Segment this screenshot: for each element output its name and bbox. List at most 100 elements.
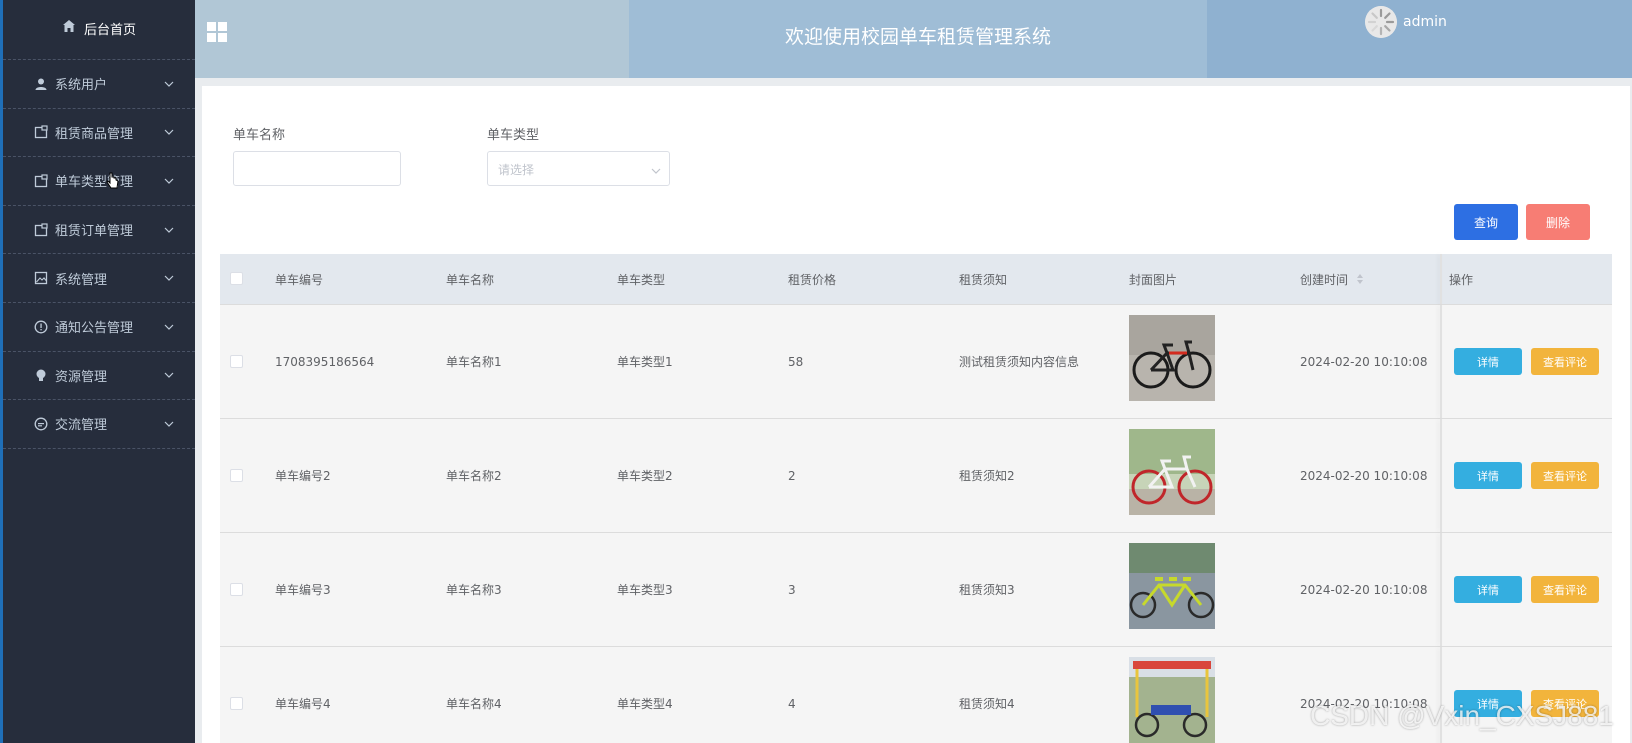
sidebar-item-rental-goods[interactable]: 租赁商品管理 [3, 109, 195, 158]
home-icon [62, 19, 76, 37]
sidebar-item-system-management[interactable]: 系统管理 [3, 254, 195, 303]
cell-code: 单车编号2 [275, 469, 331, 483]
sidebar-item-label: 资源管理 [55, 369, 108, 385]
header-notice: 租赁须知 [959, 272, 1008, 287]
sidebar-item-label: 系统用户 [55, 78, 108, 94]
cell-created: 2024-02-20 10:10:08 [1300, 582, 1428, 597]
table-row: 1708395186564 单车名称1 单车类型1 58 测试租赁须知内容信息 … [220, 304, 1612, 418]
header-created-label: 创建时间 [1300, 272, 1349, 287]
table-row: 单车编号3 单车名称3 单车类型3 3 租赁须知3 2024-02-20 10:… [220, 532, 1612, 646]
cover-image[interactable] [1129, 543, 1215, 629]
header-actions: 操作 [1449, 272, 1474, 287]
sidebar-item-label: 系统管理 [55, 272, 108, 288]
bike-type-select[interactable]: 请选择 [487, 151, 670, 186]
select-all-checkbox[interactable] [230, 272, 243, 285]
hand-cursor-icon [106, 172, 120, 196]
query-button[interactable]: 查询 [1454, 204, 1518, 240]
user-menu[interactable]: admin [1365, 6, 1447, 38]
sidebar-home[interactable]: 后台首页 [3, 0, 195, 56]
sidebar-item-label: 交流管理 [55, 418, 108, 434]
cell-created: 2024-02-20 10:10:08 [1300, 468, 1428, 483]
cell-created: 2024-02-20 10:10:08 [1300, 354, 1428, 369]
sidebar-item-bike-types[interactable]: 单车类型管理 [3, 157, 195, 206]
sidebar-item-system-users[interactable]: 系统用户 [3, 60, 195, 109]
header-center: 欢迎使用校园单车租赁管理系统 [629, 0, 1207, 78]
menu-toggle-icon[interactable] [207, 22, 227, 42]
chevron-down-icon [163, 224, 175, 236]
sort-icon[interactable] [1356, 273, 1364, 288]
sidebar-item-label: 单车类型管理 [55, 175, 134, 191]
header-left [195, 0, 629, 78]
chat-icon [33, 416, 49, 432]
cover-image[interactable] [1129, 315, 1215, 401]
cover-image[interactable] [1129, 429, 1215, 515]
sidebar-item-resource-management[interactable]: 资源管理 [3, 352, 195, 401]
chevron-down-icon [163, 126, 175, 138]
sidebar-home-label: 后台首页 [83, 22, 136, 38]
username: admin [1403, 14, 1447, 30]
header-created[interactable]: 创建时间 [1300, 271, 1364, 288]
cell-code: 单车编号4 [275, 697, 331, 711]
cell-price: 3 [788, 582, 796, 597]
table-row: 单车编号2 单车名称2 单车类型2 2 租赁须知2 2024-02-20 10:… [220, 418, 1612, 532]
bike-type-placeholder: 请选择 [498, 163, 535, 177]
doc-icon [33, 173, 49, 189]
cell-notice: 测试租赁须知内容信息 [959, 355, 1080, 369]
column-divider [1440, 305, 1442, 418]
bike-name-input[interactable] [233, 151, 401, 186]
detail-button[interactable]: 详情 [1454, 576, 1522, 603]
detail-button[interactable]: 详情 [1454, 348, 1522, 375]
chevron-down-icon [163, 78, 175, 90]
cover-image[interactable] [1129, 657, 1215, 743]
header-price: 租赁价格 [788, 272, 837, 287]
sidebar-item-communication-management[interactable]: 交流管理 [3, 400, 195, 449]
view-reviews-button[interactable]: 查看评论 [1531, 348, 1599, 375]
sidebar-menu: 系统用户 租赁商品管理 单车类型管理 租赁订单管理 系统管理 通知公告管理 资源… [3, 59, 195, 449]
row-checkbox[interactable] [230, 697, 243, 710]
column-divider [1440, 533, 1442, 646]
sidebar-item-rental-orders[interactable]: 租赁订单管理 [3, 206, 195, 255]
watermark: CSDN @Vxin_CXSJ881 [1310, 700, 1614, 731]
bike-type-label: 单车类型 [487, 128, 540, 143]
delete-button[interactable]: 删除 [1526, 204, 1590, 240]
header-cover: 封面图片 [1129, 272, 1178, 287]
sidebar-item-label: 通知公告管理 [55, 321, 134, 337]
header-type: 单车类型 [617, 272, 666, 287]
cell-type: 单车类型1 [617, 355, 673, 369]
header-name: 单车名称 [446, 272, 495, 287]
chevron-down-icon [163, 321, 175, 333]
detail-button[interactable]: 详情 [1454, 462, 1522, 489]
chevron-down-icon [163, 272, 175, 284]
bulb-icon [33, 367, 49, 383]
column-divider [1440, 419, 1442, 532]
cell-type: 单车类型3 [617, 583, 673, 597]
header-right: admin [1207, 0, 1632, 78]
sidebar: 后台首页 系统用户 租赁商品管理 单车类型管理 租赁订单管理 系统管理 通知公告… [0, 0, 195, 743]
cell-notice: 租赁须知3 [959, 583, 1015, 597]
chevron-down-icon [163, 418, 175, 430]
sidebar-item-label: 租赁商品管理 [55, 126, 134, 142]
cell-price: 2 [788, 468, 796, 483]
main-content: 单车名称 单车类型 请选择 查询 删除 单车编号 单车名称 单车类型 租赁价格 … [202, 86, 1630, 743]
chevron-down-icon [163, 369, 175, 381]
doc-icon [33, 124, 49, 140]
cell-notice: 租赁须知2 [959, 469, 1015, 483]
view-reviews-button[interactable]: 查看评论 [1531, 462, 1599, 489]
cell-type: 单车类型2 [617, 469, 673, 483]
view-reviews-button[interactable]: 查看评论 [1531, 576, 1599, 603]
row-checkbox[interactable] [230, 583, 243, 596]
cell-name: 单车名称2 [446, 469, 502, 483]
cell-name: 单车名称4 [446, 697, 502, 711]
chevron-down-icon [163, 175, 175, 187]
table-header: 单车编号 单车名称 单车类型 租赁价格 租赁须知 封面图片 创建时间 操作 [220, 254, 1612, 304]
row-checkbox[interactable] [230, 469, 243, 482]
sidebar-item-label: 租赁订单管理 [55, 224, 134, 240]
row-checkbox[interactable] [230, 355, 243, 368]
sidebar-item-notice-management[interactable]: 通知公告管理 [3, 303, 195, 352]
cell-price: 4 [788, 696, 796, 711]
bike-name-label: 单车名称 [233, 128, 286, 143]
cell-code: 单车编号3 [275, 583, 331, 597]
cell-code: 1708395186564 [275, 354, 375, 369]
image-icon [33, 270, 49, 286]
column-divider [1440, 254, 1442, 304]
